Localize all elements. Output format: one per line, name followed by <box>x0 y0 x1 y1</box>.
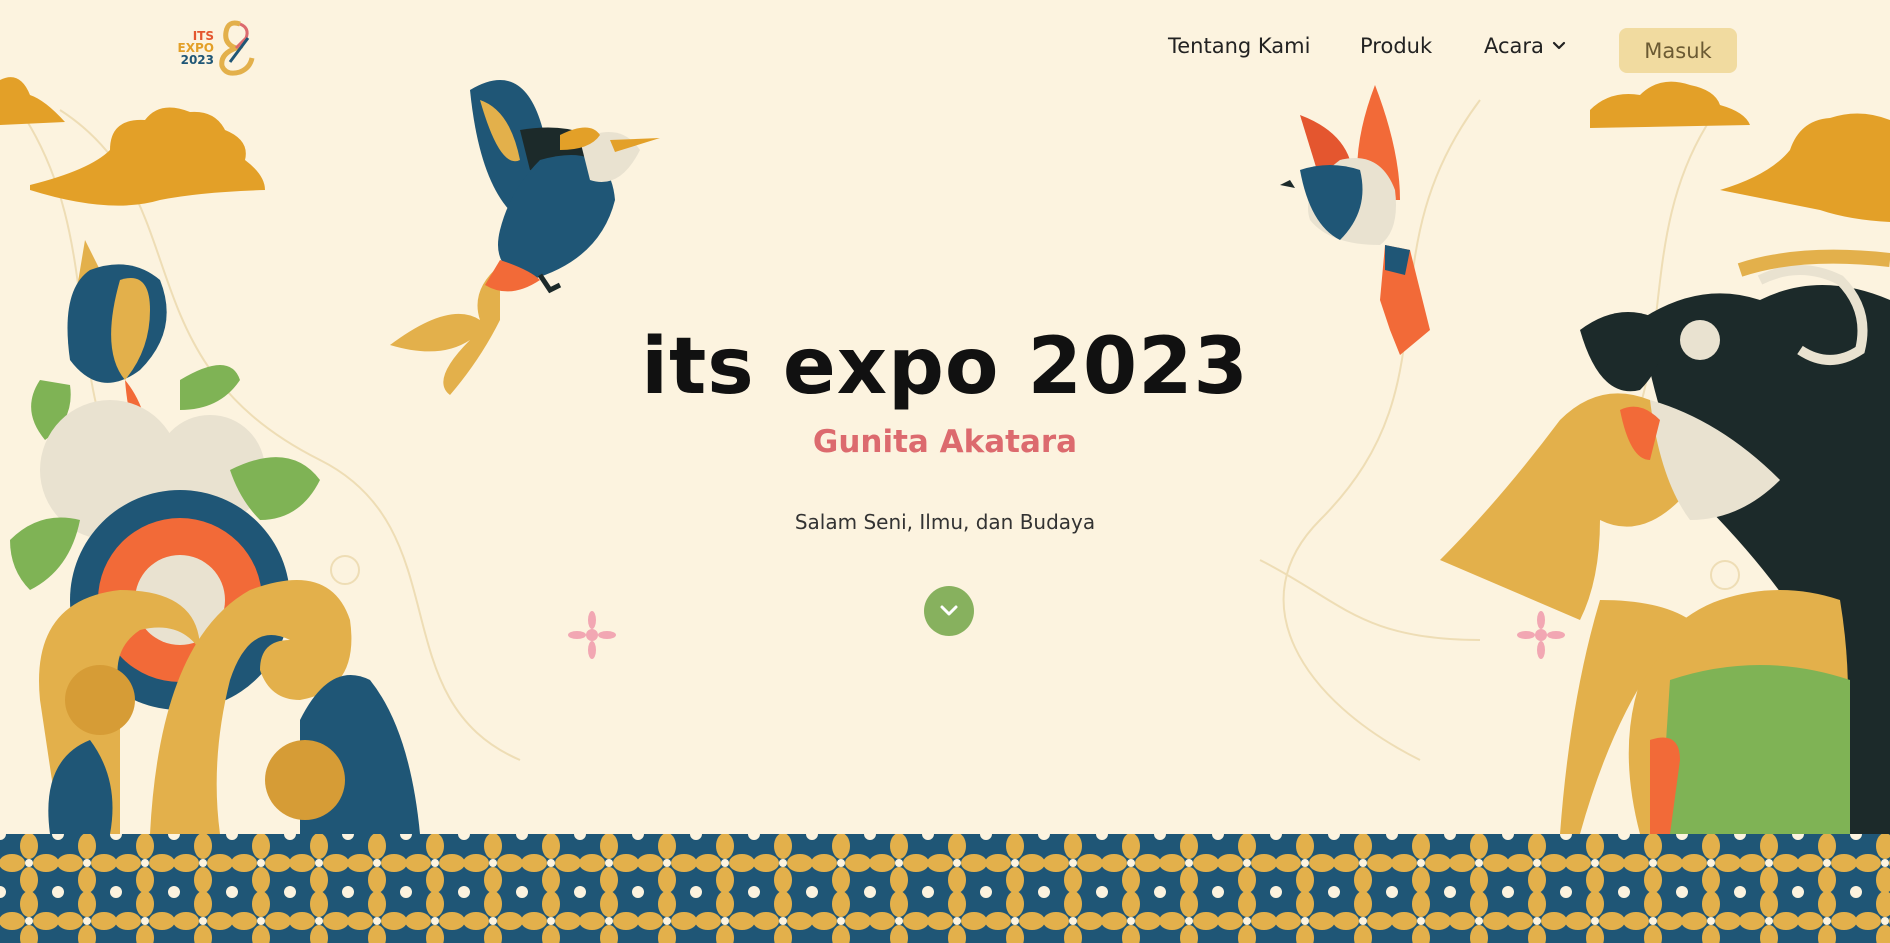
site-logo[interactable]: ITS EXPO 2023 <box>170 18 256 80</box>
nav-link-products[interactable]: Produk <box>1360 34 1432 58</box>
cloud-right <box>1590 81 1890 222</box>
landing-page: ITS EXPO 2023 Tentang Kami Produk Acara … <box>0 0 1890 943</box>
login-button[interactable]: Masuk <box>1619 28 1737 73</box>
logo-text: ITS EXPO 2023 <box>170 30 214 66</box>
hero-tagline: Salam Seni, Ilmu, dan Budaya <box>794 510 1096 534</box>
chevron-down-icon <box>940 605 958 616</box>
nav-dropdown-events[interactable]: Acara <box>1484 34 1566 58</box>
hero-subtitle: Gunita Akatara <box>812 424 1078 460</box>
background-illustration <box>0 77 1890 943</box>
nav-link-about[interactable]: Tentang Kami <box>1168 34 1310 58</box>
chevron-down-icon <box>1552 41 1566 50</box>
scroll-down-button[interactable] <box>924 586 974 636</box>
pink-flower-left <box>568 611 616 659</box>
logo-line-3: 2023 <box>180 53 214 67</box>
nav-dropdown-events-label: Acara <box>1484 34 1544 58</box>
pink-flower-right <box>1517 611 1565 659</box>
bird-right <box>1280 85 1430 355</box>
batik-strip <box>0 834 1890 943</box>
hero-title: its expo 2023 <box>641 322 1249 412</box>
top-navigation: ITS EXPO 2023 Tentang Kami Produk Acara … <box>0 0 1890 100</box>
logo-ampersand-icon <box>219 20 255 76</box>
